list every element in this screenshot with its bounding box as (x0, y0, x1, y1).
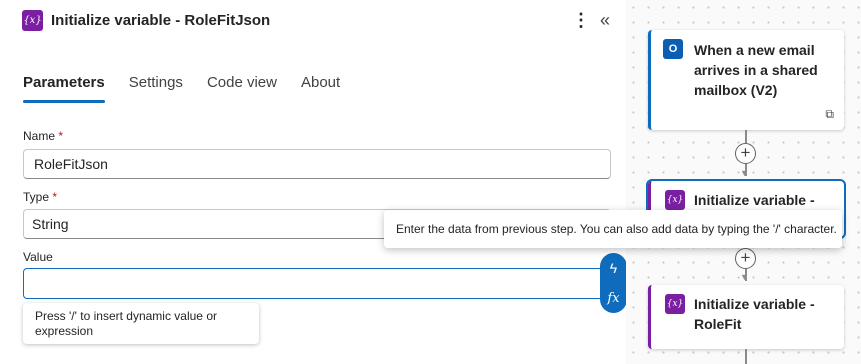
add-step-button[interactable]: + (735, 143, 756, 164)
header-actions: ⋮ « (572, 8, 610, 32)
arrow-down-icon: ▼ (740, 168, 749, 178)
action-config-panel: {x} Initialize variable - RoleFitJson ⋮ … (0, 0, 626, 364)
expression-fx-icon[interactable]: fx (607, 291, 619, 306)
insert-hint-popup: Press '/' to insert dynamic value or exp… (23, 303, 259, 344)
step-title: Initialize variable - (694, 192, 815, 208)
outlook-icon: O (663, 39, 683, 59)
tab-code-view[interactable]: Code view (207, 74, 277, 101)
variable-icon: {x} (665, 294, 685, 314)
dynamic-expression-buttons: ϟ fx (600, 253, 627, 313)
dynamic-content-icon[interactable]: ϟ (610, 260, 617, 276)
required-mark: * (52, 190, 58, 204)
link-icon: ⧉ (825, 107, 834, 121)
tab-settings[interactable]: Settings (129, 74, 183, 101)
step-title: Initialize variable - RoleFit (694, 296, 815, 332)
panel-header: {x} Initialize variable - RoleFitJson ⋮ … (22, 8, 610, 32)
value-field[interactable] (23, 268, 611, 299)
name-label-text: Name (23, 129, 56, 143)
trigger-title: When a new email arrives in a shared mai… (694, 42, 818, 98)
name-field[interactable]: RoleFitJson (23, 149, 611, 179)
trigger-card[interactable]: O When a new email arrives in a shared m… (648, 30, 844, 130)
flow-canvas: O When a new email arrives in a shared m… (626, 0, 861, 364)
tab-bar: Parameters Settings Code view About (23, 74, 340, 103)
panel-title: Initialize variable - RoleFitJson (51, 11, 271, 29)
add-step-button[interactable]: + (735, 248, 756, 269)
required-mark: * (58, 129, 64, 143)
tab-parameters[interactable]: Parameters (23, 74, 105, 103)
connector-line (745, 349, 747, 364)
more-options-icon[interactable]: ⋮ (572, 10, 590, 31)
dynamic-content-tooltip: Enter the data from previous step. You c… (384, 210, 842, 248)
connector-line (745, 130, 747, 143)
variable-icon: {x} (665, 190, 685, 210)
value-label: Value (23, 250, 53, 264)
tab-about[interactable]: About (301, 74, 340, 101)
arrow-down-icon: ▼ (740, 272, 749, 282)
collapse-panel-icon[interactable]: « (600, 10, 610, 31)
type-label-text: Type (23, 190, 50, 204)
variable-icon: {x} (22, 9, 43, 31)
name-label: Name * (23, 129, 63, 143)
type-label: Type * (23, 190, 57, 204)
step-card[interactable]: {x} Initialize variable - RoleFit (648, 285, 844, 349)
